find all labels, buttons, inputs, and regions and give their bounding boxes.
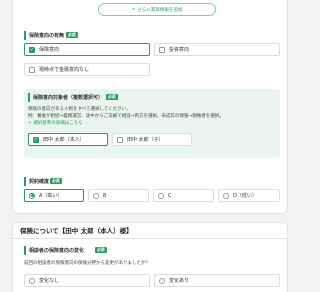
option-no-change[interactable]: 変化なし [24,274,150,287]
radio-selected-icon [29,192,35,199]
target-label: 保険意向対象者（複数選択可） [33,95,104,101]
required-badge: 必須 [50,178,62,184]
option-target-self[interactable]: ✓ 田中 太郎（本人） [28,133,108,146]
radio-icon [223,192,229,199]
target-note-2: 例：養後が相続→義務運営、途中からご夫婦で相談→両方を選択、未成年の保険→親権者… [28,114,224,119]
insurance-section-title: 保険について【田中 太郎（本人）様】 [20,227,133,235]
option-insurance-intent[interactable]: ✓ 保険意向 [24,43,150,56]
option-contract-b[interactable]: B [88,189,149,202]
option-contract-a[interactable]: A（高い） [24,189,84,202]
option-target-child[interactable]: 田中 太郎（子） [112,133,192,146]
intent-change-question: 前回の相談者の保険意向の保険分野から変更がありましたか？ [24,261,150,266]
required-badge: 必須 [95,247,107,253]
option-label: D（低い） [233,193,257,199]
required-badge: 必須 [66,32,78,38]
add-family-button[interactable]: + さらに家族情報を追加 [98,3,216,16]
option-label: 保険意向 [39,47,60,53]
radio-icon [158,192,164,199]
checkbox-icon [29,66,35,73]
section-marker [28,93,30,102]
section-marker [24,177,26,186]
option-label: 投資意向 [169,47,190,53]
option-label: B [103,192,107,199]
radio-icon [159,277,165,284]
option-label: A（高い） [39,193,63,199]
option-label: 田中 太郎（子） [127,137,164,143]
option-changed[interactable]: 変化あり [154,274,280,287]
option-no-intent[interactable]: 現時点で金融意向なし [24,63,150,76]
option-contract-c[interactable]: C [153,189,214,202]
checkbox-icon [117,136,123,143]
insurance-intent-label: 保険意向の有無 [29,33,65,39]
add-family-label: さらに家族情報を追加 [137,7,183,13]
divider [12,238,288,239]
target-note-1: 保険の意向がある人物をすべて選択してください。 [28,107,131,112]
option-label: 田中 太郎（本人） [43,137,85,143]
checkbox-checked-icon: ✓ [29,46,35,53]
radio-icon [29,277,35,284]
radio-icon [93,192,99,199]
intent-change-label: 相談者の保険意向の変化 [29,248,85,254]
option-label: 現時点で金融意向なし [39,67,90,73]
section-marker [24,246,26,255]
option-contract-d[interactable]: D（低い） [218,189,280,202]
section-marker [24,31,26,40]
option-label: 変化なし [39,278,60,284]
required-badge: 必須 [106,94,118,100]
option-label: C [168,192,172,199]
option-investment-intent[interactable]: 投資意向 [154,43,280,56]
checkbox-checked-icon: ✓ [33,136,39,143]
checkbox-icon [159,46,165,53]
plus-icon: + [131,7,136,12]
option-label: 変化あり [169,278,190,284]
criteria-link[interactable]: + 選択基準の詳細はこちら [28,120,83,126]
contract-label: 契約確度 [29,179,50,185]
